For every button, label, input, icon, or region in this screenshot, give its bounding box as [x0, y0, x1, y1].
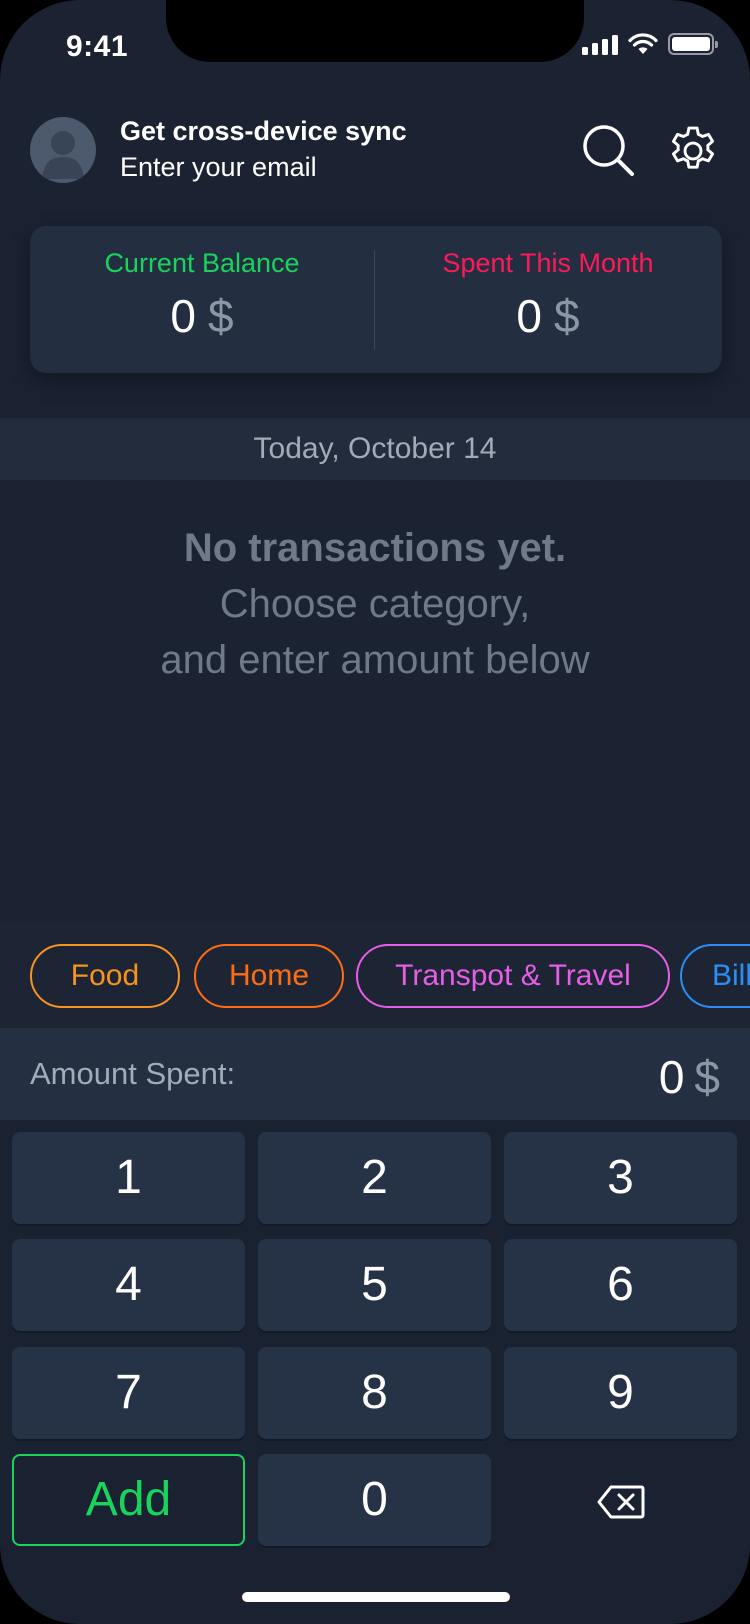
status-time: 9:41 [66, 30, 129, 63]
spent-this-month: Spent This Month 0 $ [376, 248, 720, 343]
app-screen: 9:41 Get cross-device sync Enter your em… [0, 0, 750, 1624]
add-button[interactable]: Add [12, 1454, 245, 1546]
spent-this-month-value: 0 $ [376, 289, 720, 343]
current-balance: Current Balance 0 $ [30, 248, 374, 343]
category-chip-home[interactable]: Home [194, 944, 344, 1008]
number-keypad: 1 2 3 4 5 6 7 8 9 Add 0 [0, 1120, 750, 1624]
device-notch [166, 0, 584, 62]
cellular-signal-icon [582, 33, 618, 55]
key-6[interactable]: 6 [504, 1239, 737, 1331]
key-9[interactable]: 9 [504, 1347, 737, 1439]
wifi-icon [628, 33, 658, 54]
amount-row: Amount Spent: 0 $ [0, 1028, 750, 1120]
key-3[interactable]: 3 [504, 1132, 737, 1224]
date-header: Today, October 14 [0, 418, 750, 480]
key-8[interactable]: 8 [258, 1347, 491, 1439]
category-chip-food[interactable]: Food [30, 944, 180, 1008]
key-7[interactable]: 7 [12, 1347, 245, 1439]
gear-icon [671, 126, 715, 169]
empty-state: No transactions yet. Choose category, an… [0, 520, 750, 688]
amount-number: 0 [658, 1051, 685, 1103]
empty-state-hint-2: and enter amount below [160, 638, 590, 682]
spent-this-month-label: Spent This Month [442, 248, 654, 278]
enter-email-link[interactable]: Enter your email [120, 152, 317, 183]
current-balance-label: Current Balance [104, 248, 300, 278]
empty-state-hint-1: Choose category, [219, 582, 531, 626]
category-bar[interactable]: Food Home Transpot & Travel Bill [0, 922, 750, 1028]
amount-currency: $ [694, 1051, 720, 1103]
search-icon [583, 125, 634, 176]
home-indicator[interactable] [242, 1592, 510, 1602]
current-balance-currency: $ [208, 290, 234, 342]
user-silhouette-icon [42, 131, 84, 179]
search-button[interactable] [580, 122, 638, 180]
card-divider [374, 250, 375, 350]
avatar[interactable] [30, 117, 96, 183]
key-0[interactable]: 0 [258, 1454, 491, 1546]
backspace-icon [597, 1485, 644, 1519]
key-1[interactable]: 1 [12, 1132, 245, 1224]
category-chip-travel[interactable]: Transpot & Travel [356, 944, 670, 1008]
battery-icon [668, 33, 718, 55]
empty-state-title: No transactions yet. [183, 526, 567, 570]
current-balance-amount: 0 [170, 290, 196, 342]
spent-amount: 0 [516, 290, 542, 342]
balance-card: Current Balance 0 $ Spent This Month 0 $ [30, 226, 722, 373]
current-balance-value: 0 $ [30, 289, 374, 343]
key-4[interactable]: 4 [12, 1239, 245, 1331]
category-chip-bills[interactable]: Bill [680, 944, 750, 1008]
sync-title[interactable]: Get cross-device sync [120, 116, 407, 147]
key-2[interactable]: 2 [258, 1132, 491, 1224]
backspace-button[interactable] [504, 1454, 737, 1546]
settings-button[interactable] [664, 122, 722, 180]
spent-currency: $ [554, 290, 580, 342]
key-5[interactable]: 5 [258, 1239, 491, 1331]
amount-label: Amount Spent: [30, 1056, 236, 1091]
status-icons [582, 33, 718, 55]
amount-value: 0 $ [659, 1050, 720, 1104]
